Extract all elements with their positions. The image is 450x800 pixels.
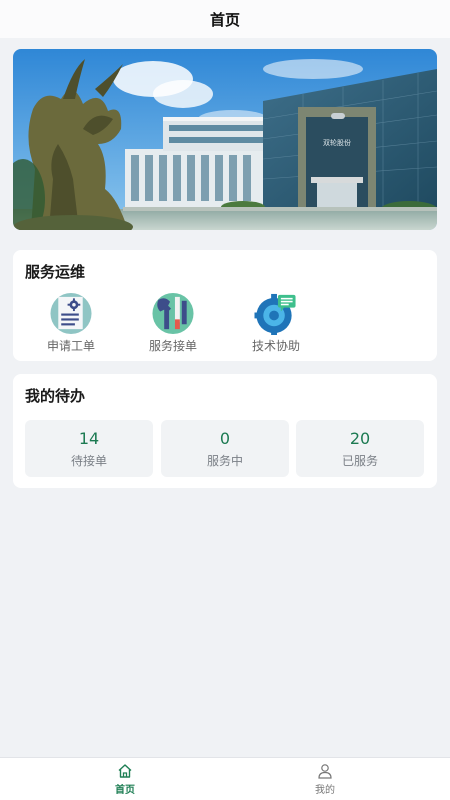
completed-service-label: 已服务 bbox=[341, 453, 378, 468]
tab-mine-label: 我的 bbox=[315, 785, 335, 796]
tab-home[interactable]: 首页 bbox=[80, 758, 170, 800]
apply-work-order-button[interactable]: 申请工单 bbox=[33, 292, 109, 354]
technical-assistance-button[interactable]: 技术协助 bbox=[238, 292, 314, 354]
service-section-title: 服务运维 bbox=[25, 263, 86, 281]
pending-orders-count: 14 bbox=[78, 428, 100, 448]
user-icon bbox=[318, 764, 332, 779]
banner-image[interactable]: 双轮股份 bbox=[13, 49, 437, 230]
wrench-tools-icon bbox=[152, 292, 194, 335]
pending-orders-label: 待接单 bbox=[70, 453, 107, 468]
bottom-tab-bar: 首页 我的 bbox=[0, 757, 450, 800]
in-service-label: 服务中 bbox=[206, 453, 243, 468]
top-navigation-bar: 首页 bbox=[0, 0, 450, 38]
completed-service-stat[interactable]: 20 已服务 bbox=[296, 420, 424, 477]
technical-assistance-label: 技术协助 bbox=[251, 339, 300, 353]
page-title: 首页 bbox=[209, 10, 240, 29]
banner-photo: 双轮股份 bbox=[13, 49, 437, 230]
tab-mine[interactable]: 我的 bbox=[280, 758, 370, 800]
document-gear-icon bbox=[50, 292, 92, 335]
apply-work-order-label: 申请工单 bbox=[46, 339, 95, 353]
todo-section-title: 我的待办 bbox=[25, 387, 86, 405]
building-sign: 双轮股份 bbox=[323, 138, 351, 147]
completed-service-count: 20 bbox=[349, 428, 371, 448]
tab-home-label: 首页 bbox=[115, 785, 135, 796]
service-card: 服务运维 申请工单 服务接单 技术协助 bbox=[13, 250, 437, 361]
accept-service-order-label: 服务接单 bbox=[148, 339, 197, 353]
todo-card: 我的待办 14 待接单 0 服务中 20 已服务 bbox=[13, 374, 437, 488]
gear-chat-icon bbox=[254, 293, 296, 335]
in-service-stat[interactable]: 0 服务中 bbox=[161, 420, 289, 477]
accept-service-order-button[interactable]: 服务接单 bbox=[135, 292, 211, 354]
in-service-count: 0 bbox=[219, 428, 231, 448]
home-icon bbox=[118, 764, 132, 778]
pending-orders-stat[interactable]: 14 待接单 bbox=[25, 420, 153, 477]
